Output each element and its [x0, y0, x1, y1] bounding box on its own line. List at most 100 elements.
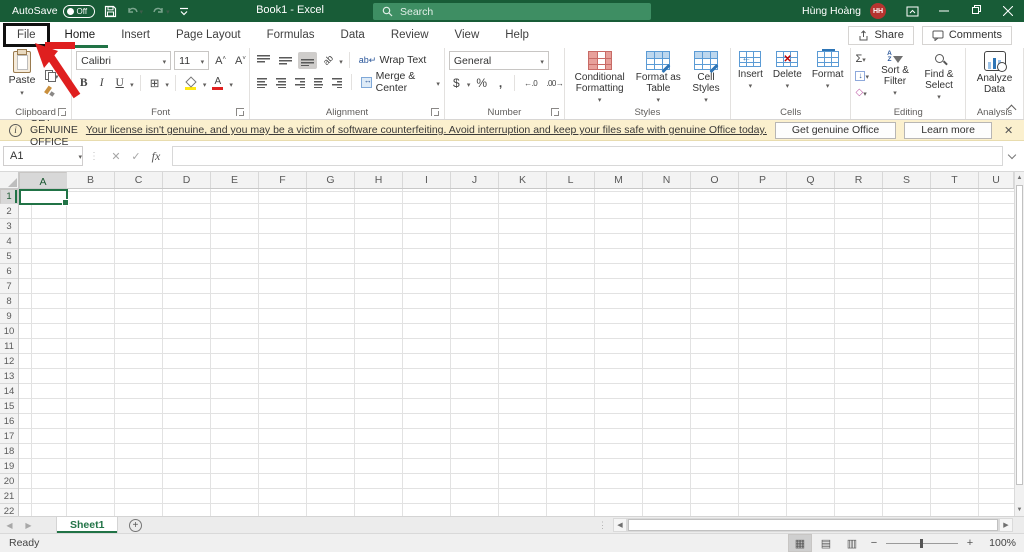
italic-button[interactable]: I [94, 75, 109, 92]
column-header-U[interactable]: U [979, 172, 1014, 188]
row-header-10[interactable]: 10 [0, 324, 18, 339]
hscroll-right-icon[interactable]: ▶ [999, 518, 1013, 532]
tab-formulas[interactable]: Formulas [254, 22, 328, 48]
expand-formula-bar-button[interactable] [1003, 150, 1021, 159]
column-header-D[interactable]: D [163, 172, 211, 188]
column-header-M[interactable]: M [595, 172, 643, 188]
row-header-20[interactable]: 20 [0, 474, 18, 489]
normal-view-button[interactable]: ▦ [788, 534, 812, 552]
row-header-13[interactable]: 13 [0, 369, 18, 384]
row-header-16[interactable]: 16 [0, 414, 18, 429]
zoom-slider[interactable] [886, 538, 958, 548]
underline-button[interactable]: U [112, 75, 127, 92]
delete-cells-button[interactable]: Delete [770, 51, 805, 92]
column-header-G[interactable]: G [307, 172, 355, 188]
insert-function-button[interactable]: fx [146, 149, 166, 164]
column-header-I[interactable]: I [403, 172, 451, 188]
learn-more-button[interactable]: Learn more [904, 121, 992, 139]
column-header-Q[interactable]: Q [787, 172, 835, 188]
cancel-button[interactable]: ✕ [106, 150, 126, 163]
fill-color-button[interactable] [182, 75, 200, 92]
column-header-T[interactable]: T [931, 172, 979, 188]
clear-button[interactable]: ◇ [855, 85, 869, 100]
horizontal-scroll-thumb[interactable] [628, 519, 998, 531]
format-painter-button[interactable] [45, 85, 59, 98]
font-dialog-launcher[interactable] [236, 108, 245, 116]
column-header-S[interactable]: S [883, 172, 931, 188]
row-header-17[interactable]: 17 [0, 429, 18, 444]
customize-quick-access-button[interactable] [179, 7, 189, 16]
tab-file[interactable]: File [3, 23, 50, 47]
zoom-level[interactable]: 100% [980, 537, 1016, 549]
tab-help[interactable]: Help [492, 22, 542, 48]
autosave-switch[interactable]: Off [62, 4, 95, 18]
sort-filter-button[interactable]: AZ Sort & Filter [873, 50, 917, 99]
bold-button[interactable]: B [76, 75, 91, 92]
middle-align-button[interactable] [276, 52, 295, 69]
format-as-table-button[interactable]: Format as Table [632, 51, 684, 106]
increase-font-button[interactable]: A ˄ [212, 52, 229, 69]
get-genuine-office-button[interactable]: Get genuine Office [774, 121, 897, 139]
restore-button[interactable] [960, 0, 992, 22]
row-header-3[interactable]: 3 [0, 219, 18, 234]
row-header-19[interactable]: 19 [0, 459, 18, 474]
scroll-down-icon[interactable]: ▼ [1015, 504, 1024, 516]
minimize-button[interactable] [928, 0, 960, 22]
ribbon-display-options-button[interactable] [896, 0, 928, 22]
zoom-in-button[interactable]: + [962, 537, 978, 549]
column-header-P[interactable]: P [739, 172, 787, 188]
row-header-1[interactable]: 1 [0, 189, 18, 204]
alignment-dialog-launcher[interactable] [430, 108, 439, 116]
row-header-15[interactable]: 15 [0, 399, 18, 414]
notification-message-link[interactable]: Your license isn't genuine, and you may … [86, 124, 767, 136]
zoom-out-button[interactable]: − [866, 537, 882, 549]
horizontal-scrollbar[interactable] [627, 518, 999, 532]
fill-button[interactable]: ↓ [855, 68, 869, 83]
vertical-scroll-thumb[interactable] [1016, 185, 1023, 485]
cut-button[interactable]: ✂ [45, 53, 59, 66]
font-family-select[interactable]: Calibri [76, 51, 172, 70]
align-center-button[interactable] [273, 74, 289, 91]
zoom-slider-thumb[interactable] [920, 538, 923, 548]
number-format-select[interactable]: General [448, 51, 549, 70]
analyze-data-button[interactable]: Analyze Data [970, 51, 1019, 95]
redo-button[interactable] [152, 5, 170, 17]
column-header-J[interactable]: J [451, 172, 499, 188]
autosum-button[interactable]: Σ [855, 51, 869, 66]
hscroll-left-icon[interactable]: ◀ [613, 518, 627, 532]
row-header-8[interactable]: 8 [0, 294, 18, 309]
formula-input[interactable] [172, 146, 1003, 166]
column-header-E[interactable]: E [211, 172, 259, 188]
avatar[interactable]: HH [870, 3, 886, 19]
tab-review[interactable]: Review [378, 22, 442, 48]
name-box[interactable]: A1 [3, 146, 83, 166]
tab-insert[interactable]: Insert [108, 22, 163, 48]
column-header-K[interactable]: K [499, 172, 547, 188]
row-header-6[interactable]: 6 [0, 264, 18, 279]
row-header-11[interactable]: 11 [0, 339, 18, 354]
column-header-B[interactable]: B [67, 172, 115, 188]
column-header-F[interactable]: F [259, 172, 307, 188]
merge-center-button[interactable]: Merge & Center [358, 70, 434, 94]
sheet-nav-left-icon[interactable]: ◀ [0, 517, 19, 533]
tab-page-layout[interactable]: Page Layout [163, 22, 254, 48]
cell-styles-button[interactable]: Cell Styles [686, 51, 726, 106]
autosave-toggle[interactable]: AutoSave Off [12, 4, 95, 18]
row-header-14[interactable]: 14 [0, 384, 18, 399]
copy-button[interactable] [45, 69, 59, 82]
column-header-O[interactable]: O [691, 172, 739, 188]
increase-decimal-button[interactable]: ←.0 [521, 75, 540, 92]
page-layout-view-button[interactable]: ▤ [814, 534, 838, 552]
row-header-7[interactable]: 7 [0, 279, 18, 294]
column-header-L[interactable]: L [547, 172, 595, 188]
page-break-view-button[interactable]: ▥ [840, 534, 864, 552]
number-dialog-launcher[interactable] [550, 108, 559, 116]
insert-cells-button[interactable]: Insert [735, 51, 766, 92]
row-header-21[interactable]: 21 [0, 489, 18, 504]
share-button[interactable]: Share [848, 25, 914, 45]
user-name[interactable]: Hùng Hoàng [802, 5, 861, 17]
selected-cell-A1[interactable] [19, 189, 69, 206]
vertical-scrollbar[interactable]: ▲ ▼ [1014, 172, 1024, 516]
column-header-C[interactable]: C [115, 172, 163, 188]
font-size-select[interactable]: 11 [174, 51, 210, 70]
